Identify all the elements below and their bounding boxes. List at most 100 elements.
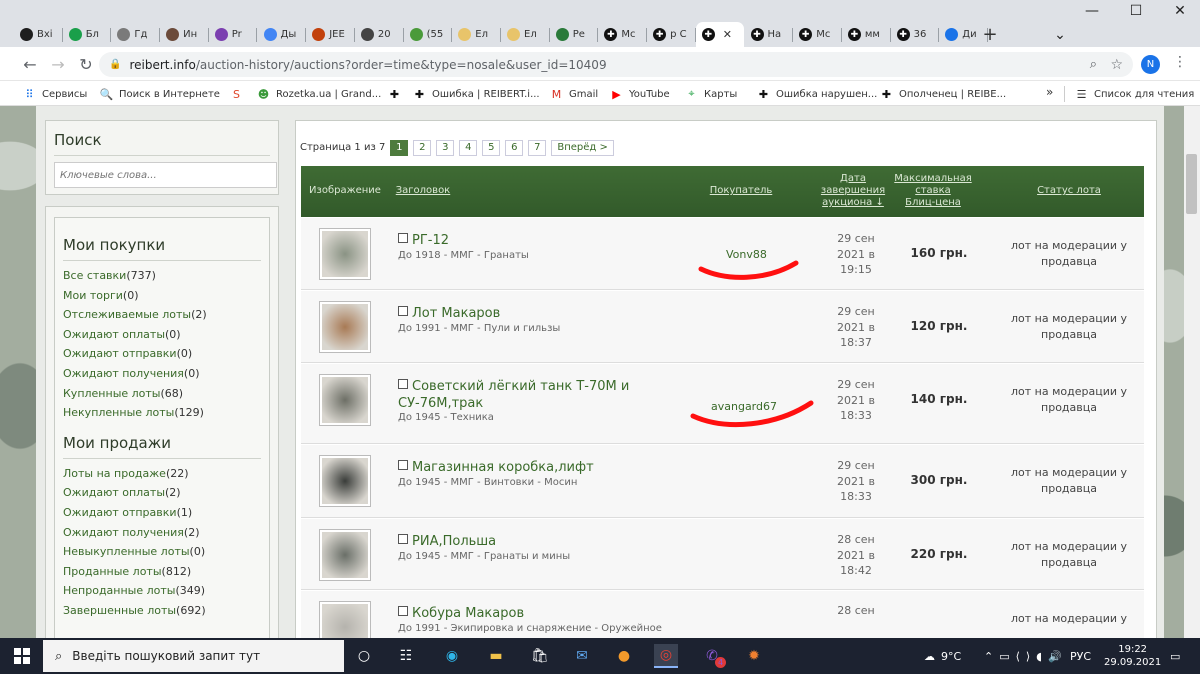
back-button[interactable]: ← [20, 54, 40, 74]
scrollbar-thumb[interactable] [1186, 154, 1197, 214]
weather-widget[interactable]: ☁ 9°C [924, 638, 961, 674]
bookmark-star-icon[interactable]: ☆ [1110, 57, 1123, 73]
menu-kebab-icon[interactable]: ⋮ [1170, 54, 1190, 74]
page-link[interactable]: 4 [459, 139, 478, 156]
browser-tab[interactable]: Ин [160, 22, 209, 47]
lot-checkbox[interactable] [398, 379, 408, 389]
address-bar[interactable]: 🔒 reibert.info/auction-history/auctions?… [99, 52, 1133, 77]
page-link[interactable]: 1 [390, 139, 409, 156]
sidebar-link[interactable]: Лоты на продаже(22) [63, 464, 261, 484]
task-view-icon[interactable]: ○ [352, 644, 376, 668]
bookmark-item[interactable]: ✚ [388, 86, 407, 102]
store-icon[interactable]: 🛍 [528, 644, 552, 668]
lot-title[interactable]: РИА,Польша [398, 533, 638, 550]
col-status-sort-link[interactable]: Статус лота [1001, 185, 1137, 197]
viber-icon[interactable]: ✆ 4 [700, 644, 726, 668]
sidebar-link[interactable]: Ожидают получения(2) [63, 523, 261, 543]
keyword-search-input[interactable] [54, 162, 277, 188]
browser-tab[interactable]: Ел [501, 22, 550, 47]
sidebar-link[interactable]: Непроданные лоты(349) [63, 581, 261, 601]
media-player-icon[interactable]: ● [612, 644, 636, 668]
sidebar-link[interactable]: Ожидают отправки(0) [63, 344, 261, 364]
col-date-sort-link[interactable]: Дата завершения аукциона ↓ [813, 173, 893, 209]
page-link[interactable]: 3 [436, 139, 455, 156]
settings-app-icon[interactable]: ✹ [742, 644, 766, 668]
browser-tab[interactable]: ✚ Мс [793, 22, 842, 47]
lot-checkbox[interactable] [398, 460, 408, 470]
lot-title[interactable]: Кобура Макаров [398, 605, 638, 622]
bookmark-item[interactable]: ☻ Rozetka.ua | Grand... [257, 86, 382, 102]
page-link[interactable]: 6 [505, 139, 524, 156]
tab-search-button[interactable]: ⌄ [1040, 22, 1080, 47]
browser-tab[interactable]: Гд [111, 22, 161, 47]
browser-tab[interactable]: ✚ На [745, 22, 794, 47]
sidebar-link[interactable]: Ожидают оплаты(2) [63, 483, 261, 503]
windows-start-icon[interactable] [10, 644, 34, 668]
page-link[interactable]: 2 [413, 139, 432, 156]
sidebar-link[interactable]: Отслеживаемые лоты(2) [63, 305, 261, 325]
page-link[interactable]: 7 [528, 139, 547, 156]
mail-icon[interactable]: ✉ [570, 644, 594, 668]
browser-tab[interactable]: ✚ Мс [598, 22, 648, 47]
language-indicator[interactable]: РУС [1070, 638, 1091, 674]
bookmark-item[interactable]: ✚ Ошибка нарушен... [757, 86, 877, 102]
lot-checkbox[interactable] [398, 233, 408, 243]
buyer-link[interactable]: avangard67 [711, 400, 777, 413]
bookmark-item[interactable]: 🔍 Поиск в Интернете [100, 86, 220, 102]
sidebar-link[interactable]: Все ставки(737) [63, 266, 261, 286]
forward-button[interactable]: → [48, 54, 68, 74]
lot-title[interactable]: Советский лёгкий танк Т-70М и СУ-76М,тра… [398, 378, 638, 412]
profile-avatar[interactable]: N [1141, 55, 1160, 74]
minimize-button[interactable]: — [1072, 0, 1112, 22]
browser-tab[interactable]: Бл [63, 22, 112, 47]
lot-thumbnail[interactable] [319, 601, 371, 638]
bookmark-item[interactable]: ⌖ Карты [685, 86, 737, 102]
bookmark-item[interactable]: M Gmail [550, 86, 598, 102]
lot-thumbnail[interactable] [319, 374, 371, 426]
lot-title[interactable]: РГ-12 [398, 232, 638, 249]
lot-thumbnail[interactable] [319, 455, 371, 507]
sidebar-link[interactable]: Проданные лоты(812) [63, 562, 261, 582]
lot-title[interactable]: Лот Макаров [398, 305, 638, 322]
col-title-sort-link[interactable]: Заголовок [393, 185, 453, 197]
col-price-sort-link[interactable]: Максимальная ставка Блиц-цена [889, 173, 977, 209]
chrome-icon[interactable]: ◎ [654, 644, 678, 668]
sidebar-link[interactable]: Некупленные лоты(129) [63, 403, 261, 423]
browser-tab[interactable]: ✚ ✕ [695, 22, 745, 47]
next-page-link[interactable]: Вперёд > [551, 139, 614, 156]
file-explorer-icon[interactable]: ▬ [484, 644, 508, 668]
browser-tab[interactable]: 20 [355, 22, 404, 47]
browser-tab[interactable]: Pr [209, 22, 258, 47]
bookmark-item[interactable]: ✚ Ополченец | REIBE... [880, 86, 1006, 102]
close-tab-icon[interactable]: ✕ [723, 28, 732, 41]
sidebar-link[interactable]: Невыкупленные лоты(0) [63, 542, 261, 562]
page-link[interactable]: 5 [482, 139, 501, 156]
widgets-icon[interactable]: ☷ [394, 644, 418, 668]
lot-thumbnail[interactable] [319, 301, 371, 353]
tray-icons[interactable]: ⌃▭⟨⟩◖🔊 [984, 638, 1068, 674]
page-scrollbar[interactable] [1184, 106, 1200, 638]
browser-tab[interactable]: Ре [550, 22, 599, 47]
bookmarks-more-button[interactable]: » [1046, 85, 1053, 99]
bookmark-item[interactable]: ⠿ Сервисы [23, 86, 87, 102]
browser-tab[interactable]: Ел [452, 22, 501, 47]
sidebar-link[interactable]: Ожидают оплаты(0) [63, 325, 261, 345]
browser-tab[interactable]: ✚ 36 [891, 22, 940, 47]
lot-thumbnail[interactable] [319, 228, 371, 280]
maximize-button[interactable]: ☐ [1116, 0, 1156, 22]
clock[interactable]: 19:22 29.09.2021 [1104, 638, 1161, 674]
browser-tab[interactable]: JEE [306, 22, 355, 47]
lot-checkbox[interactable] [398, 534, 408, 544]
browser-tab[interactable]: ✚ р С [647, 22, 696, 47]
reload-button[interactable]: ↻ [76, 54, 96, 74]
sidebar-link[interactable]: Купленные лоты(68) [63, 384, 261, 404]
bookmark-item[interactable]: ▶ YouTube [610, 86, 669, 102]
bookmark-item[interactable]: ✚ Ошибка | REIBERT.i... [413, 86, 540, 102]
browser-tab[interactable]: Ды [258, 22, 307, 47]
notification-icon[interactable]: ▭ [1170, 638, 1180, 674]
bookmark-item[interactable]: S [230, 86, 249, 102]
new-tab-button[interactable]: + [978, 22, 1002, 47]
lot-checkbox[interactable] [398, 606, 408, 616]
reading-list-button[interactable]: ☰ Список для чтения [1075, 86, 1195, 102]
sidebar-link[interactable]: Мои торги(0) [63, 286, 261, 306]
